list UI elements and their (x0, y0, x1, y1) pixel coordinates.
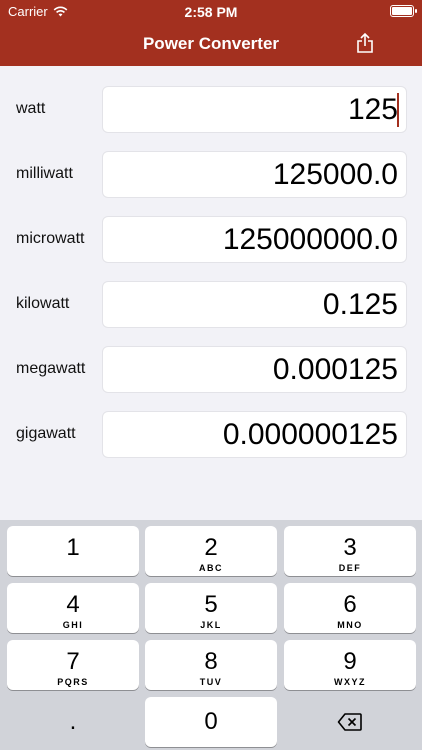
key-letters: MNO (337, 620, 363, 630)
unit-label: milliwatt (16, 165, 73, 182)
megawatt-input[interactable] (102, 346, 407, 393)
key-5[interactable]: 5 JKL (145, 583, 277, 633)
watt-input[interactable] (102, 86, 407, 133)
key-digit: 1 (66, 534, 80, 561)
key-letters: DEF (338, 563, 362, 573)
key-2[interactable]: 2 ABC (145, 526, 277, 576)
key-letters: TUV (199, 677, 223, 687)
key-digit: 8 (204, 648, 218, 675)
key-letters: JKL (200, 620, 222, 630)
milliwatt-input[interactable] (102, 151, 407, 198)
key-digit: 5 (204, 591, 218, 618)
unit-row-milliwatt: milliwatt (0, 151, 422, 199)
unit-label: watt (16, 100, 46, 117)
gigawatt-input[interactable] (102, 411, 407, 458)
key-6[interactable]: 6 MNO (284, 583, 416, 633)
key-letters: GHI (62, 620, 84, 630)
status-bar: Carrier 2:58 PM (0, 0, 422, 24)
key-letters: PQRS (57, 677, 89, 687)
key-letters: WXYZ (334, 677, 366, 687)
key-9[interactable]: 9 WXYZ (284, 640, 416, 690)
unit-label: gigawatt (16, 425, 76, 442)
battery-icon (390, 5, 417, 17)
key-digit: 0 (204, 708, 218, 735)
key-digit: 4 (66, 591, 80, 618)
delete-backspace-icon (337, 713, 362, 731)
status-time: 2:58 PM (184, 4, 238, 20)
key-1[interactable]: 1 (7, 526, 139, 576)
key-digit: 7 (66, 648, 80, 675)
kilowatt-input[interactable] (102, 281, 407, 328)
microwatt-input[interactable] (102, 216, 407, 263)
unit-label: microwatt (16, 230, 85, 247)
converter-list: watt milliwatt microwatt kilowatt megawa… (0, 66, 422, 520)
unit-row-gigawatt: gigawatt (0, 411, 422, 459)
number-keypad: 1 2 ABC 3 DEF 4 GHI 5 JKL 6 MNO 7 PQRS 8… (0, 520, 422, 750)
unit-row-megawatt: megawatt (0, 346, 422, 394)
navigation-bar: Carrier 2:58 PM Power Converter (0, 0, 422, 66)
text-cursor (397, 93, 399, 127)
unit-row-watt: watt (0, 86, 422, 134)
key-digit: 9 (343, 648, 357, 675)
share-icon[interactable] (354, 32, 376, 54)
key-digit: 2 (204, 534, 218, 561)
delete-button[interactable] (284, 697, 416, 747)
unit-label: kilowatt (16, 295, 70, 312)
unit-row-kilowatt: kilowatt (0, 281, 422, 329)
key-decimal-point[interactable]: . (7, 697, 139, 747)
key-digit: . (69, 708, 77, 735)
key-7[interactable]: 7 PQRS (7, 640, 139, 690)
key-4[interactable]: 4 GHI (7, 583, 139, 633)
key-digit: 6 (343, 591, 357, 618)
key-3[interactable]: 3 DEF (284, 526, 416, 576)
key-8[interactable]: 8 TUV (145, 640, 277, 690)
key-letters: ABC (199, 563, 223, 573)
key-0[interactable]: 0 (145, 697, 277, 747)
unit-label: megawatt (16, 360, 86, 377)
key-digit: 3 (343, 534, 357, 561)
unit-row-microwatt: microwatt (0, 216, 422, 264)
